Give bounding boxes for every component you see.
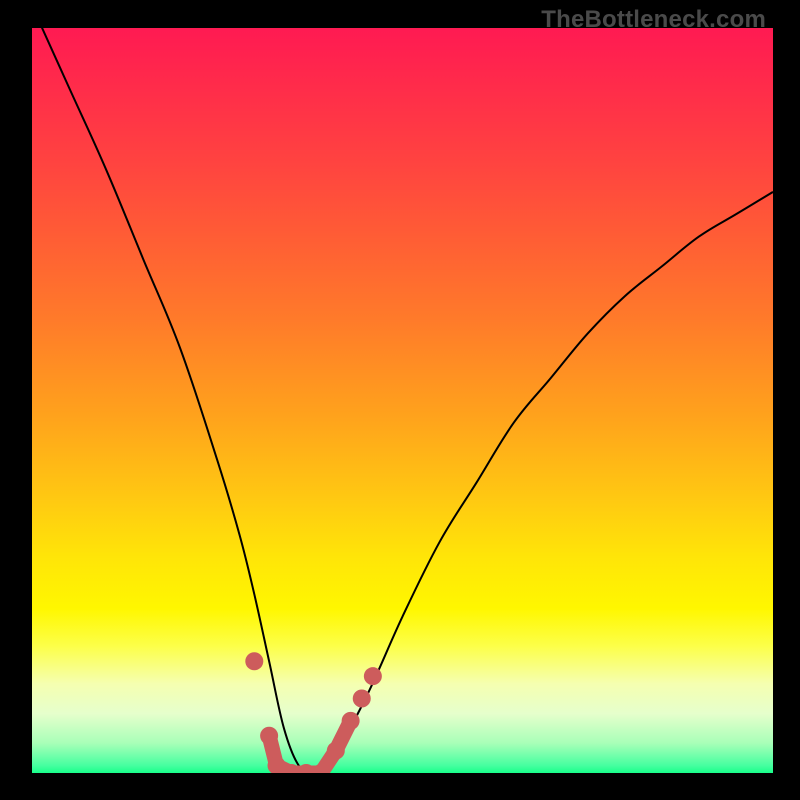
marker-dots-group [245,652,382,773]
chart-root: TheBottleneck.com [0,0,800,800]
marker-dot [245,652,263,670]
plot-area [32,28,773,773]
watermark-label: TheBottleneck.com [541,6,766,34]
marker-dot [327,742,345,760]
marker-dot [364,667,382,685]
bottleneck-curve [32,28,773,773]
chart-svg [32,28,773,773]
marker-dot [260,727,278,745]
marker-dot [342,712,360,730]
marker-dot [353,690,371,708]
